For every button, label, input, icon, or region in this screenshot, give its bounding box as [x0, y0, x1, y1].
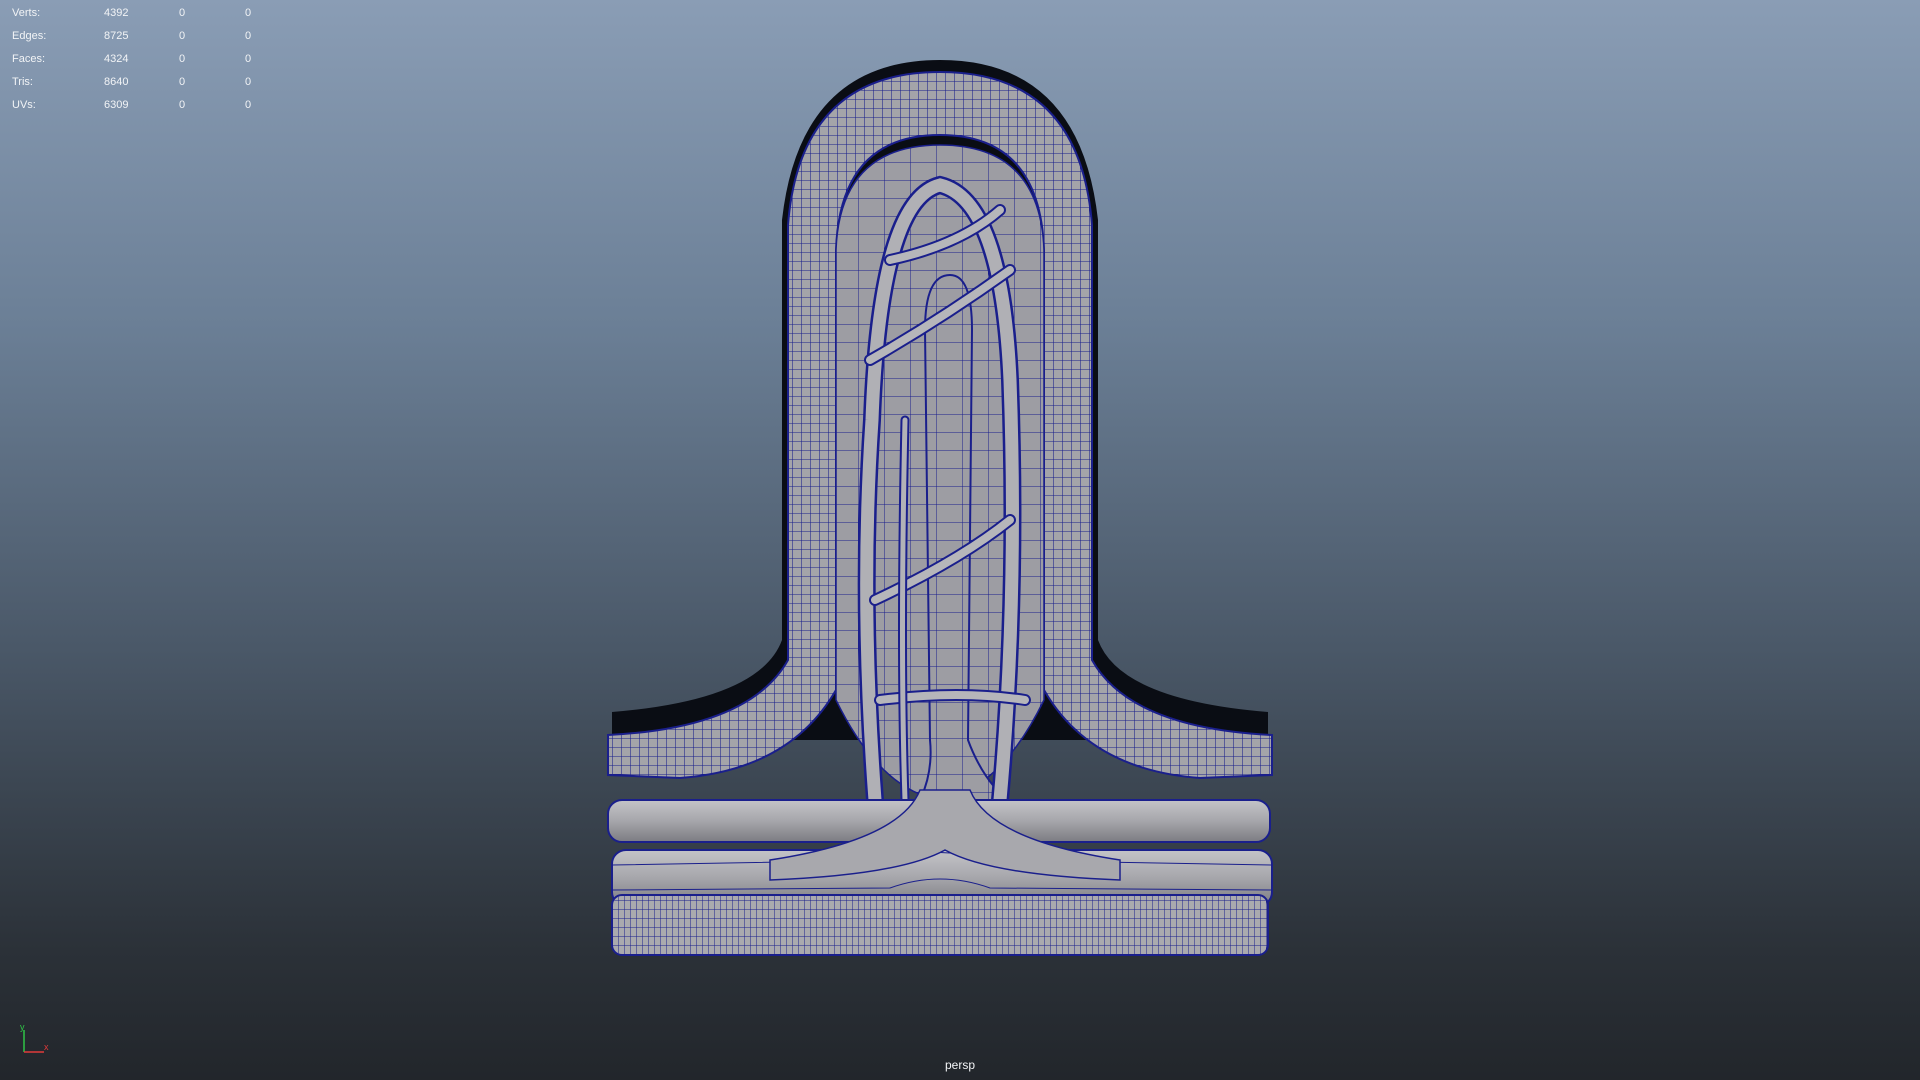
perspective-viewport[interactable]	[0, 0, 1920, 1080]
view-axis-gizmo: y x	[20, 1022, 49, 1053]
x-axis-label: x	[44, 1042, 49, 1052]
camera-name-label: persp	[944, 1058, 976, 1072]
mesh-ornament[interactable]	[607, 60, 1273, 956]
y-axis-label: y	[20, 1022, 25, 1032]
